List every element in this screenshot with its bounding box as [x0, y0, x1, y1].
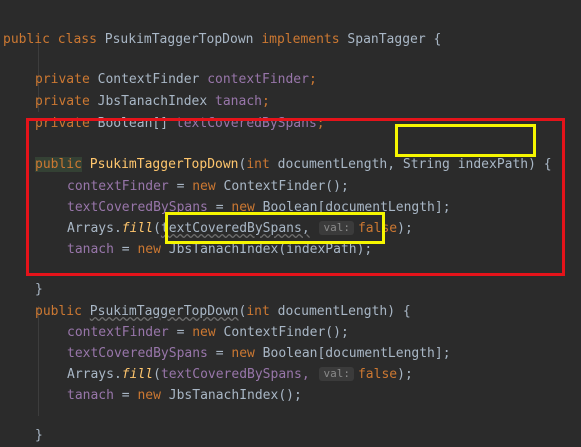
code-line-field[interactable]: private ContextFinder contextFinder;	[35, 47, 317, 87]
keyword: false	[357, 367, 398, 382]
brace: {	[395, 304, 411, 319]
code-line-constructor-signature[interactable]: public PsukimTaggerTopDown(int documentL…	[35, 279, 411, 319]
interface-name: SpanTagger	[347, 32, 426, 47]
code-line-statement[interactable]: Arrays.fill(textCoveredBySpans, val: fals…	[67, 342, 413, 382]
code-line-statement[interactable]: textCoveredBySpans = new Boolean[documen…	[67, 321, 451, 361]
keyword: class	[57, 32, 97, 47]
operator: =	[113, 388, 138, 403]
field-name: tanach	[67, 388, 114, 403]
brace: {	[433, 32, 442, 47]
code-line-field[interactable]: private Boolean[] textCoveredBySpans;	[35, 91, 325, 131]
keyword: public	[3, 32, 50, 47]
keyword: implements	[261, 32, 340, 47]
highlight-yellow-box-tanach-assignment	[165, 212, 385, 244]
keyword: new	[137, 388, 161, 403]
code-line-class-declaration[interactable]: public class PsukimTaggerTopDown impleme…	[3, 7, 441, 47]
parameter-hint: val:	[319, 367, 354, 381]
code-line-closing-brace[interactable]: }	[35, 403, 43, 443]
expression: );	[397, 367, 413, 382]
code-line-field[interactable]: private JbsTanachIndex tanach;	[35, 69, 270, 109]
highlight-yellow-box-indexpath-param	[395, 124, 536, 157]
code-editor[interactable]: public class PsukimTaggerTopDown impleme…	[0, 0, 581, 443]
code-line-statement[interactable]: contextFinder = new ContextFinder();	[67, 300, 349, 340]
semicolon: ;	[308, 72, 317, 87]
code-line-statement[interactable]: tanach = new JbsTanachIndex();	[67, 363, 302, 403]
class-name: PsukimTaggerTopDown	[104, 32, 254, 47]
expression: JbsTanachIndex();	[160, 388, 302, 403]
brace: }	[35, 428, 43, 443]
